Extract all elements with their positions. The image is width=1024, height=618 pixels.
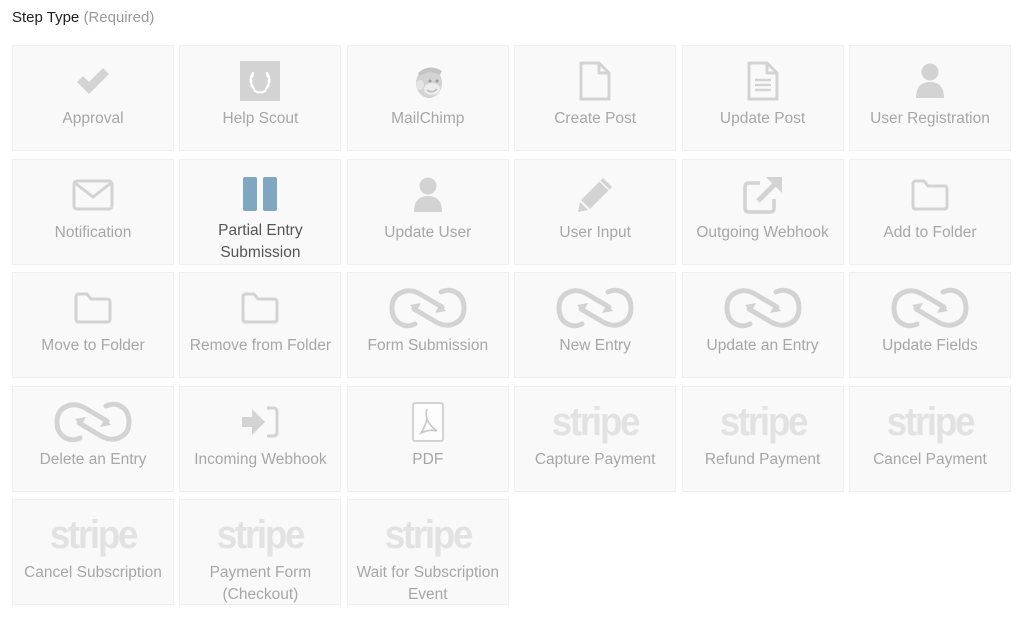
step-type-wait-for-subscription-event[interactable]: stripe Wait for Subscription Event <box>346 499 509 605</box>
step-type-help-scout[interactable]: Help Scout <box>179 45 342 151</box>
step-type-label: Update Fields <box>882 337 978 354</box>
stripe-wordmark: stripe <box>217 513 306 557</box>
step-type-partial-entry-submission[interactable]: Partial Entry Submission <box>179 158 342 265</box>
infinity-connector-icon <box>54 400 132 444</box>
step-type-label: Update an Entry <box>706 337 819 354</box>
infinity-connector-icon <box>556 286 634 330</box>
step-type-label: Cancel Payment <box>873 450 987 468</box>
step-type-add-to-folder[interactable]: Add to Folder <box>848 158 1011 265</box>
stripe-icon: stripe <box>716 400 810 444</box>
step-type-label: Update User <box>384 223 472 241</box>
step-type-label: Help Scout <box>222 110 299 127</box>
step-type-create-post[interactable]: Create Post <box>514 45 677 151</box>
envelope-icon <box>72 173 114 217</box>
step-type-cancel-payment[interactable]: stripe Cancel Payment <box>848 385 1011 492</box>
step-type-payment-form-checkout[interactable]: stripe Payment Form (Checkout) <box>179 499 342 605</box>
step-type-label: Capture Payment <box>534 450 656 468</box>
infinity-connector-icon <box>891 286 969 330</box>
stripe-wordmark: stripe <box>49 513 139 557</box>
step-type-grid: Approval Help Scout MailChimp Create Post Up… <box>12 45 1011 605</box>
step-type-update-user[interactable]: Update User <box>346 158 509 265</box>
user-icon <box>914 59 946 103</box>
checkmark-icon <box>74 59 112 103</box>
step-type-capture-payment[interactable]: stripe Capture Payment <box>514 385 677 492</box>
step-type-label: Notification <box>54 223 132 241</box>
step-type-label: Refund Payment <box>704 450 821 468</box>
step-type-label: Update Post <box>719 110 806 127</box>
step-type-cancel-subscription[interactable]: stripe Cancel Subscription <box>12 499 174 605</box>
document-icon <box>578 59 612 103</box>
document-text-icon <box>746 59 780 103</box>
stripe-icon: stripe <box>548 400 642 444</box>
heading-title: Step Type <box>12 9 80 26</box>
pause-icon <box>242 173 278 215</box>
step-type-label: Form Submission <box>367 337 489 354</box>
stripe-icon: stripe <box>46 513 140 557</box>
pdf-icon <box>411 400 445 444</box>
folder-icon <box>910 173 950 217</box>
sign-in-icon <box>240 400 280 444</box>
step-type-label: Cancel Subscription <box>24 564 162 581</box>
step-type-label: New Entry <box>559 337 631 354</box>
step-type-delete-an-entry[interactable]: Delete an Entry <box>12 385 174 492</box>
stripe-icon: stripe <box>381 513 475 557</box>
step-type-label: MailChimp <box>391 110 465 127</box>
step-type-new-entry[interactable]: New Entry <box>514 272 677 378</box>
stripe-icon: stripe <box>883 400 977 444</box>
required-indicator: (Required) <box>83 9 155 26</box>
step-type-label: Move to Folder <box>41 337 145 354</box>
step-type-incoming-webhook[interactable]: Incoming Webhook <box>179 385 342 492</box>
user-icon <box>412 173 444 217</box>
stripe-wordmark: stripe <box>551 399 641 444</box>
step-type-form-submission[interactable]: Form Submission <box>346 272 509 378</box>
step-type-outgoing-webhook[interactable]: Outgoing Webhook <box>681 158 844 265</box>
external-link-icon <box>742 173 784 217</box>
step-type-move-to-folder[interactable]: Move to Folder <box>12 272 174 378</box>
step-type-heading: Step Type (Required) <box>12 9 154 26</box>
step-type-refund-payment[interactable]: stripe Refund Payment <box>681 385 844 492</box>
step-type-label: Approval <box>62 110 124 127</box>
step-type-approval[interactable]: Approval <box>12 45 174 151</box>
step-type-label: Outgoing Webhook <box>696 223 829 241</box>
step-type-label: Remove from Folder <box>189 337 332 354</box>
step-type-notification[interactable]: Notification <box>12 158 174 265</box>
step-type-remove-from-folder[interactable]: Remove from Folder <box>179 272 342 378</box>
step-type-update-fields[interactable]: Update Fields <box>848 272 1011 378</box>
folder-icon <box>240 286 280 330</box>
help-scout-icon <box>240 59 281 103</box>
stripe-wordmark: stripe <box>886 399 976 444</box>
step-type-label: PDF <box>412 450 444 468</box>
infinity-connector-icon <box>724 286 802 330</box>
step-type-label: Wait for Subscription Event <box>356 564 499 603</box>
pencil-icon <box>576 173 614 217</box>
step-type-label: Create Post <box>554 110 637 127</box>
step-type-label: Payment Form (Checkout) <box>209 564 312 603</box>
mailchimp-icon <box>411 59 445 103</box>
step-type-update-post[interactable]: Update Post <box>681 45 844 151</box>
step-type-mailchimp[interactable]: MailChimp <box>346 45 509 151</box>
stripe-wordmark: stripe <box>384 513 474 557</box>
step-type-user-registration[interactable]: User Registration <box>848 45 1011 151</box>
step-type-label: Delete an Entry <box>39 450 147 468</box>
stripe-wordmark: stripe <box>719 399 808 444</box>
step-type-label: User Input <box>559 223 631 241</box>
step-type-pdf[interactable]: PDF <box>346 385 509 492</box>
step-type-label: Partial Entry Submission <box>218 221 303 261</box>
step-type-label: Incoming Webhook <box>194 450 327 468</box>
step-type-update-an-entry[interactable]: Update an Entry <box>681 272 844 378</box>
folder-icon <box>73 286 113 330</box>
step-type-label: Add to Folder <box>883 223 977 241</box>
step-type-label: User Registration <box>870 110 990 127</box>
infinity-connector-icon <box>389 286 467 330</box>
step-type-user-input[interactable]: User Input <box>514 158 677 265</box>
stripe-icon: stripe <box>213 513 307 557</box>
